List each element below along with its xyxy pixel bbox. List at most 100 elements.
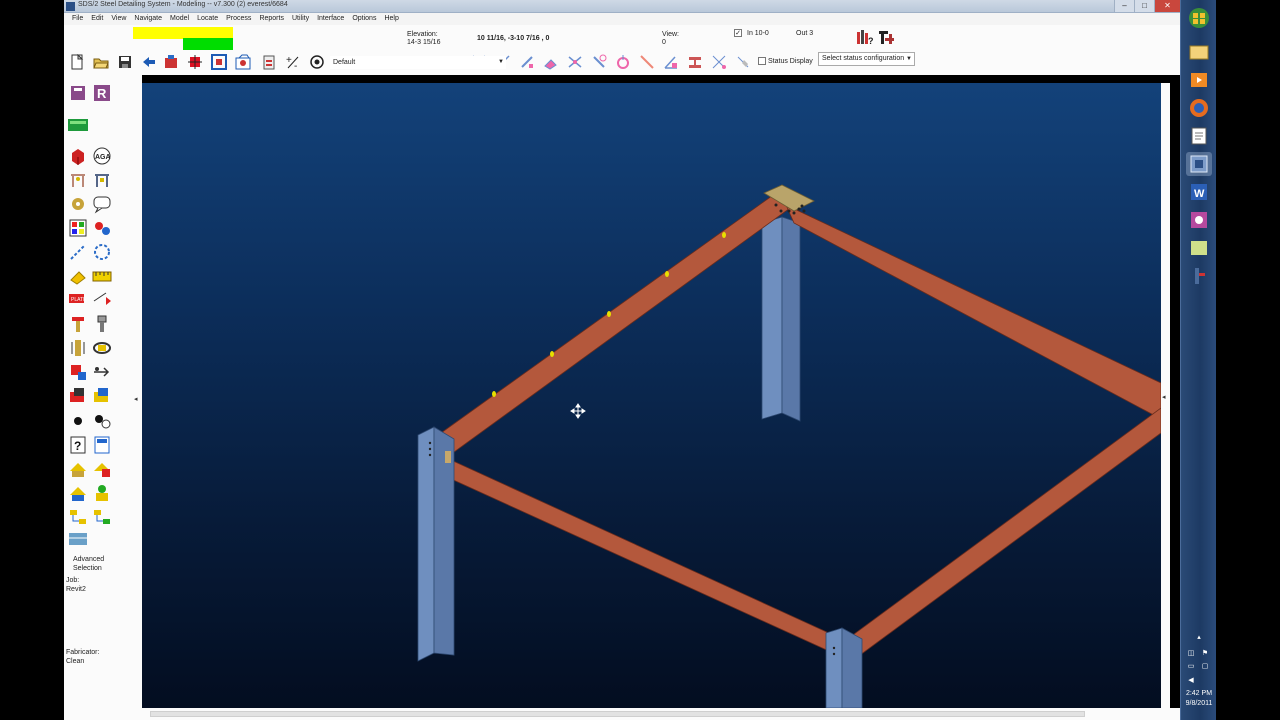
close-button[interactable]: ✕ — [1154, 0, 1180, 12]
menu-process[interactable]: Process — [222, 13, 255, 25]
speech-tool-button[interactable] — [92, 194, 112, 214]
minimize-button[interactable]: – — [1114, 0, 1134, 12]
eye-view-button[interactable] — [309, 54, 325, 70]
circle-tool-tool-button[interactable] — [92, 242, 112, 262]
tool-icons-top-right[interactable]: ? — [856, 28, 896, 48]
menu-reports[interactable]: Reports — [255, 13, 288, 25]
paint-taskbar-button[interactable] — [1186, 208, 1212, 232]
left-collapse-arrow-icon[interactable]: ◂ — [134, 395, 138, 403]
x-snap-button[interactable] — [567, 54, 583, 70]
weld-tool-button[interactable] — [68, 338, 88, 358]
red-tag-tool-button[interactable]: PLATE — [68, 288, 88, 308]
media-player-taskbar-button[interactable] — [1186, 68, 1212, 92]
bolt-6[interactable] — [779, 209, 783, 213]
menu-navigate[interactable]: Navigate — [130, 13, 166, 25]
shear-stud-1[interactable] — [665, 271, 669, 277]
dot-tool-button[interactable] — [68, 411, 88, 431]
back-arrow-button[interactable] — [141, 54, 157, 70]
menu-utility[interactable]: Utility — [288, 13, 313, 25]
column-back[interactable] — [761, 216, 783, 420]
taskbar-clock[interactable]: 2:42 PM 9/8/2011 — [1181, 689, 1217, 709]
model-viewport[interactable] — [142, 83, 1161, 708]
pointer-snap-button[interactable] — [735, 54, 751, 70]
menu-edit[interactable]: Edit — [87, 13, 107, 25]
bolt-front-1[interactable] — [832, 652, 836, 656]
mat-red-tool-button[interactable] — [68, 386, 88, 406]
frame-alt-tool-button[interactable] — [92, 170, 112, 190]
rotate-tool-button[interactable] — [92, 338, 112, 358]
circle-snap-button[interactable] — [615, 54, 631, 70]
cut-arrow-tool-button[interactable] — [92, 362, 112, 382]
in-checkbox[interactable]: ✓ — [734, 29, 742, 37]
line-snap-button[interactable] — [639, 54, 655, 70]
revit-tool-button[interactable]: R — [92, 83, 112, 103]
bolt-front-0[interactable] — [832, 646, 836, 650]
mat-yellow-tool-button[interactable] — [92, 386, 112, 406]
column-left[interactable] — [417, 426, 435, 662]
column-back-flange[interactable] — [781, 216, 801, 422]
menu-model[interactable]: Model — [166, 13, 193, 25]
shear-stud-4[interactable] — [492, 391, 496, 397]
tray-volume-icon[interactable]: ◀ — [1187, 677, 1195, 685]
word-taskbar-button[interactable]: W — [1186, 180, 1212, 204]
angle-snap-button[interactable] — [663, 54, 679, 70]
tray-up-arrow-icon[interactable]: ▴ — [1195, 634, 1203, 642]
firefox-taskbar-button[interactable] — [1186, 96, 1212, 120]
eraser-snap-button[interactable] — [543, 54, 559, 70]
pencil-snap-button[interactable] — [519, 54, 535, 70]
right-collapse-arrow-icon[interactable]: ◂ — [1162, 393, 1166, 401]
select-member-button[interactable] — [187, 54, 203, 70]
ruler-tool-button[interactable] — [92, 266, 112, 286]
document-taskbar-button[interactable] — [1186, 124, 1212, 148]
cube-tool-button[interactable] — [68, 146, 88, 166]
horizontal-scrollbar[interactable] — [150, 711, 1085, 717]
aga-tool-button[interactable]: AGA — [92, 146, 112, 166]
clipboard-button[interactable] — [261, 54, 277, 70]
plus-minus-button[interactable]: + - — [285, 54, 301, 72]
in-field[interactable]: In 10-0 — [747, 30, 769, 38]
gears-tool-button[interactable] — [92, 218, 112, 238]
active-app-taskbar-button[interactable] — [1186, 152, 1212, 176]
frame-tool-button[interactable] — [68, 170, 88, 190]
beam-left-diagonal[interactable] — [433, 192, 798, 456]
bolt-left-0[interactable] — [428, 441, 432, 445]
bolt-grey-tool-button[interactable] — [92, 314, 112, 334]
zoom-box-button[interactable] — [211, 54, 227, 70]
tool-snap-button[interactable] — [591, 54, 607, 70]
bolt-5[interactable] — [774, 203, 778, 207]
green-panel-tool-button[interactable] — [68, 115, 108, 135]
bolt-2[interactable] — [797, 207, 801, 211]
book-tool-button[interactable] — [68, 83, 88, 103]
view-frame-button[interactable] — [235, 54, 251, 70]
status-config-select[interactable]: Select status configuration ▼ — [818, 52, 915, 66]
bolt-3[interactable] — [802, 209, 806, 213]
menu-options[interactable]: Options — [348, 13, 380, 25]
shear-stud-2[interactable] — [607, 311, 611, 317]
line-tool-tool-button[interactable] — [68, 242, 88, 262]
bolt-left-1[interactable] — [428, 447, 432, 451]
tray-monitor-icon[interactable]: ▭ — [1187, 663, 1195, 671]
tray-network-icon[interactable]: ◫ — [1187, 650, 1195, 658]
tray-flag-icon[interactable]: ⚑ — [1201, 650, 1209, 658]
status-display-checkbox[interactable] — [758, 57, 766, 65]
question-tool-button[interactable]: ? — [68, 435, 88, 455]
flow-tool-button[interactable] — [68, 507, 88, 527]
open-folder-button[interactable] — [93, 54, 109, 70]
move-cursor-icon[interactable] — [570, 403, 586, 419]
beam-front-right[interactable] — [841, 407, 1161, 662]
advanced-select-tool-button[interactable] — [68, 529, 88, 549]
flow-alt-tool-button[interactable] — [92, 507, 112, 527]
bolt-1[interactable] — [792, 211, 796, 215]
bolt-0[interactable] — [787, 209, 791, 213]
steel-tool-taskbar-button[interactable] — [1186, 264, 1212, 288]
bolt-red-tool-button[interactable] — [68, 314, 88, 334]
dots-tool-button[interactable] — [92, 411, 112, 431]
figure-tool-button[interactable] — [92, 483, 112, 503]
roof-red-tool-button[interactable] — [92, 459, 112, 479]
menu-file[interactable]: File — [68, 13, 87, 25]
beam-right-top[interactable] — [785, 204, 1161, 420]
shear-stud-3[interactable] — [550, 351, 554, 357]
beam-snap-button[interactable] — [687, 54, 703, 70]
xy-snap-button[interactable] — [711, 54, 727, 70]
explorer-taskbar-button[interactable] — [1186, 40, 1212, 64]
